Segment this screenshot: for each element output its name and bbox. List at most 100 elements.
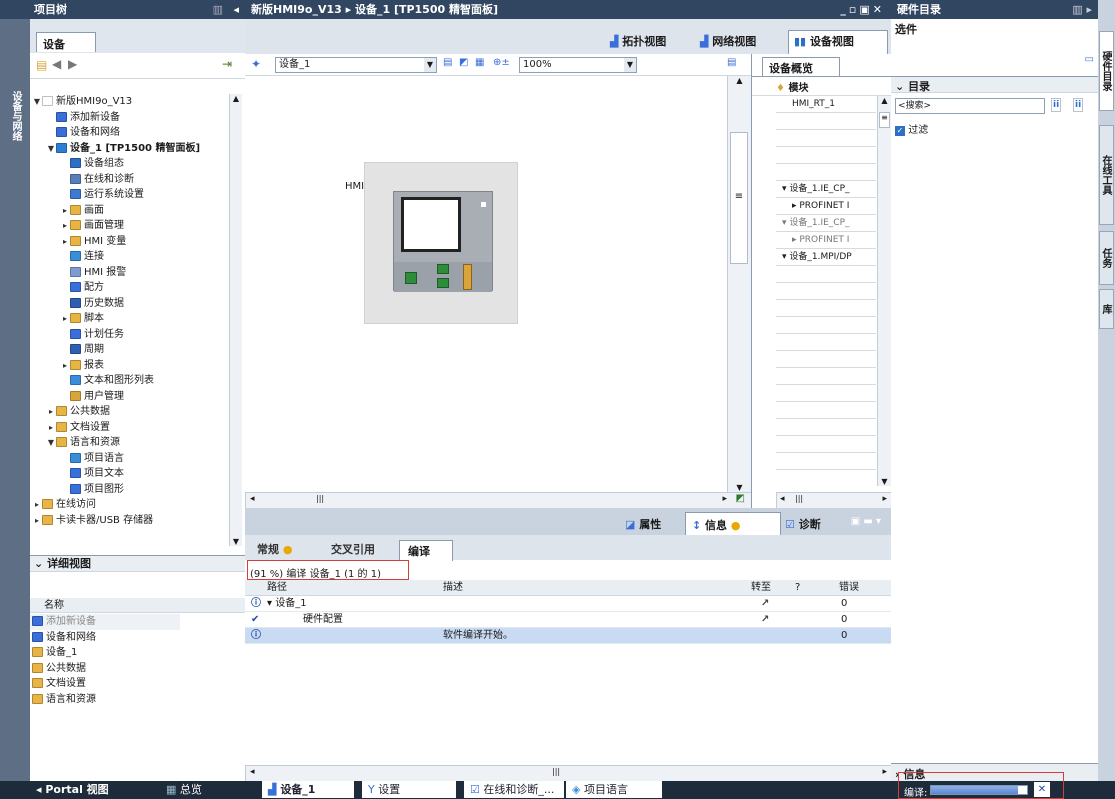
side-tab-hardware-catalog[interactable]: 硬件目录	[1099, 31, 1114, 111]
overview-row[interactable]	[776, 130, 876, 147]
catalog-header[interactable]: ⌄ 目录	[891, 76, 1098, 93]
expanded-arrow-icon[interactable]: ▼	[46, 435, 56, 451]
tree-item[interactable]: ▸ HMI 变量	[30, 234, 227, 250]
tree-item[interactable]: HMI 报警	[30, 265, 227, 281]
detail-item[interactable]: 文档设置	[30, 676, 245, 692]
tree-item[interactable]: ▸ 画面	[30, 203, 227, 219]
forward-icon[interactable]: ▶	[68, 57, 77, 71]
network-view-tab[interactable]: ▟ 网络视图	[700, 33, 756, 49]
catalog-search-input[interactable]: <搜索>	[895, 98, 1045, 114]
device-overview-tab[interactable]: 设备概览	[762, 57, 840, 76]
overview-row[interactable]	[776, 351, 876, 368]
detail-item[interactable]: 公共数据	[30, 661, 245, 677]
tree-item[interactable]: ▸ 公共数据	[30, 404, 227, 420]
inspector-window-controls[interactable]: ▣ ▬ ▾	[851, 516, 881, 527]
overview-row[interactable]: HMI_RT_1	[776, 96, 876, 113]
overview-row[interactable]: ▾ 设备_1.MPI/DP	[776, 249, 876, 266]
collapsed-arrow-icon[interactable]: ▸	[60, 234, 70, 250]
overview-row[interactable]	[776, 385, 876, 402]
tree-item[interactable]: 项目语言	[30, 451, 227, 467]
expanded-arrow-icon[interactable]: ▼	[32, 94, 42, 110]
export-icon[interactable]: ⇥	[222, 57, 232, 71]
window-controls[interactable]: _▫▣✕	[840, 0, 885, 19]
filter-checkbox[interactable]: ✓ 过滤	[895, 121, 928, 136]
taskbar-tab-online-diag[interactable]: ☑ 在线和诊断_...	[464, 781, 564, 798]
collapsed-arrow-icon[interactable]: ▸	[32, 513, 42, 529]
tree-item[interactable]: ▼ 语言和资源	[30, 435, 227, 451]
collapsed-arrow-icon[interactable]: ▸	[60, 218, 70, 234]
options-expand-icon[interactable]: ▭	[1085, 54, 1094, 65]
tree-item[interactable]: 在线和诊断	[30, 172, 227, 188]
overview-row[interactable]	[776, 317, 876, 334]
tree-item[interactable]: ▸ 卡读卡器/USB 存储器	[30, 513, 227, 529]
result-row[interactable]: ⓘ 软件编译开始。 0	[245, 628, 891, 644]
catalog-controls[interactable]: ▥ ▸	[1072, 0, 1092, 19]
collapse-icon[interactable]: ◂	[233, 0, 239, 19]
search-prev-icon[interactable]: ⅰⅰ	[1073, 98, 1084, 112]
zoom-fit-icon[interactable]: ▤	[443, 57, 452, 68]
result-row[interactable]: ⓘ ▾ 设备_1 ↗ 0	[245, 596, 891, 612]
compile-tab[interactable]: 编译	[399, 540, 453, 561]
overview-row[interactable]	[776, 300, 876, 317]
tree-item[interactable]: 运行系统设置	[30, 187, 227, 203]
tree-item[interactable]: 连接	[30, 249, 227, 265]
properties-tab[interactable]: ◪ 属性	[625, 516, 661, 532]
overview-row[interactable]	[776, 453, 876, 470]
overview-vscrollbar[interactable]: ▲ ≡ ▼	[877, 96, 891, 486]
tree-item[interactable]: ▸ 在线访问	[30, 497, 227, 513]
tree-item[interactable]: 配方	[30, 280, 227, 296]
tree-item[interactable]: ▼ 设备_1 [TP1500 精智面板]	[30, 141, 227, 157]
overview-row[interactable]: ▾ 设备_1.IE_CP_	[776, 215, 876, 232]
topology-view-tab[interactable]: ▟ 拓扑视图	[610, 33, 666, 49]
overview-row[interactable]	[776, 334, 876, 351]
device-select[interactable]: 设备_1 ▼	[275, 57, 437, 73]
overview-hscrollbar[interactable]: ◂ ||| ▸	[776, 492, 891, 508]
overview-row[interactable]: ▸ PROFINET I	[776, 198, 876, 215]
pin-icon[interactable]: ▥	[213, 0, 223, 19]
side-label-devices-networks[interactable]: 设备与网络	[8, 91, 23, 141]
collapsed-arrow-icon[interactable]: ▸	[46, 404, 56, 420]
expanded-arrow-icon[interactable]: ▼	[46, 141, 56, 157]
tree-item[interactable]: 文本和图形列表	[30, 373, 227, 389]
tree-item[interactable]: ▸ 文档设置	[30, 420, 227, 436]
collapsed-arrow-icon[interactable]: ▸	[60, 311, 70, 327]
overview-row[interactable]	[776, 436, 876, 453]
taskbar-tab-device[interactable]: ▟ 设备_1	[262, 781, 354, 798]
cross-ref-tab[interactable]: 交叉引用	[331, 541, 375, 557]
overview-row[interactable]	[776, 368, 876, 385]
tree-item[interactable]: 项目图形	[30, 482, 227, 498]
overview-button[interactable]: ▦ 总览	[160, 781, 208, 798]
tree-item[interactable]: 计划任务	[30, 327, 227, 343]
device-view-tab[interactable]: ▮▮ 设备视图	[788, 30, 888, 54]
detail-item[interactable]: 设备_1	[30, 645, 245, 661]
detail-item[interactable]: 添加新设备	[30, 614, 180, 630]
overview-row[interactable]	[776, 419, 876, 436]
detail-item[interactable]: 设备和网络	[30, 630, 245, 646]
tree-item[interactable]: 周期	[30, 342, 227, 358]
overview-toggle-icon[interactable]: ▤	[727, 57, 736, 68]
devices-tab[interactable]: 设备	[36, 32, 96, 52]
overview-row[interactable]	[776, 283, 876, 300]
collapsed-arrow-icon[interactable]: ▸	[32, 497, 42, 513]
taskbar-tab-project-language[interactable]: ◈ 项目语言	[566, 781, 662, 798]
canvas-vscrollbar[interactable]: ▲ ≡ ▼	[727, 76, 751, 492]
goto-arrow-icon[interactable]: ↗	[761, 596, 769, 612]
overview-row[interactable]	[776, 402, 876, 419]
general-tab[interactable]: 常规 ●	[257, 541, 292, 557]
results-hscrollbar[interactable]: ◂ ||| ▸	[245, 765, 891, 781]
grid-icon[interactable]: ▦	[475, 57, 484, 68]
overview-row[interactable]	[776, 266, 876, 283]
collapsed-arrow-icon[interactable]: ▸	[60, 358, 70, 374]
device-nav-icon[interactable]: ✦	[251, 57, 261, 71]
overview-row[interactable]	[776, 470, 876, 486]
tree-item[interactable]: 项目文本	[30, 466, 227, 482]
overview-row[interactable]	[776, 147, 876, 164]
new-folder-icon[interactable]: ▤	[36, 58, 47, 72]
canvas-hscrollbar[interactable]: ◂ ||| ▸ ◩	[245, 492, 751, 508]
info-tab[interactable]: ↕ 信息 ●	[685, 512, 781, 535]
zoom-icon[interactable]: ⊕±	[493, 57, 510, 68]
side-tab-libraries[interactable]: 库	[1099, 289, 1114, 329]
side-tab-online-tools[interactable]: 在线工具	[1099, 125, 1114, 225]
diagnostics-tab[interactable]: ☑ 诊断	[785, 516, 821, 532]
tree-item[interactable]: 添加新设备	[30, 110, 227, 126]
